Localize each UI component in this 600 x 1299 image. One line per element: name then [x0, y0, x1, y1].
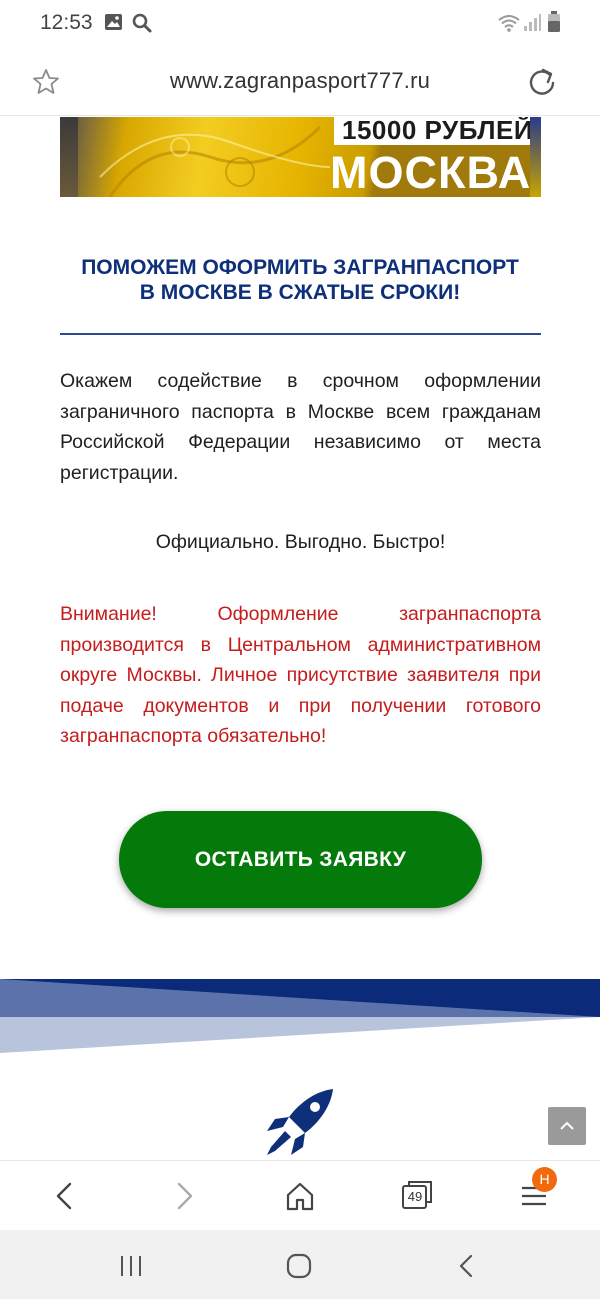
banner-city: МОСКВА — [330, 147, 532, 197]
banner-price: 15000 РУБЛЕЙ — [342, 117, 534, 145]
banner-side-strip — [530, 117, 541, 197]
decorative-wave — [0, 979, 600, 1053]
browser-toolbar: 49 — [0, 1160, 600, 1230]
scroll-to-top-button[interactable] — [548, 1107, 586, 1145]
image-icon — [105, 14, 122, 30]
chevron-up-icon — [560, 1121, 574, 1130]
page-headline: ПОМОЖЕМ ОФОРМИТЬ ЗАГРАНПАСПОРТ В МОСКВЕ … — [40, 255, 560, 305]
banner-gold-pattern — [99, 125, 330, 197]
status-bar: 12:53 — [0, 0, 600, 48]
back-icon[interactable] — [48, 1178, 84, 1214]
system-navigation-bar — [0, 1230, 600, 1299]
battery-icon — [548, 11, 560, 32]
promo-banner[interactable]: 15000 РУБЛЕЙ МОСКВА — [60, 117, 541, 197]
forward-icon[interactable] — [165, 1178, 201, 1214]
banner-photo-edge — [60, 117, 78, 197]
wifi-icon — [498, 15, 520, 32]
tabs-button[interactable]: 49 — [400, 1178, 436, 1214]
home-icon[interactable] — [282, 1178, 318, 1214]
slogan: Официально. Выгодно. Быстро! — [155, 531, 446, 553]
warning-paragraph: Внимание! Оформление загранпаспорта прои… — [60, 603, 541, 747]
intro-paragraph: Окажем содействие в срочном оформлении з… — [60, 370, 541, 484]
reload-icon[interactable] — [526, 66, 558, 98]
menu-notification-badge: H — [532, 1167, 557, 1192]
rocket-icon — [267, 1089, 333, 1155]
status-time: 12:53 — [40, 11, 93, 34]
system-back-icon[interactable] — [452, 1252, 482, 1280]
submit-request-button[interactable]: ОСТАВИТЬ ЗАЯВКУ — [119, 811, 482, 908]
recent-apps-icon[interactable] — [116, 1252, 146, 1280]
page-content: 15000 РУБЛЕЙ МОСКВА ПОМОЖЕМ ОФОРМИТЬ ЗАГ… — [0, 117, 600, 1160]
signal-icon — [524, 14, 541, 31]
url-field[interactable]: www.zagranpasport777.ru — [0, 68, 600, 94]
search-icon — [132, 13, 152, 33]
address-bar: www.zagranpasport777.ru — [0, 48, 600, 116]
headline-line-1: ПОМОЖЕМ ОФОРМИТЬ ЗАГРАНПАСПОРТ — [81, 256, 519, 279]
headline-line-2: В МОСКВЕ В СЖАТЫЕ СРОКИ! — [139, 281, 461, 304]
headline-divider — [60, 333, 541, 335]
home-circle-icon[interactable] — [284, 1252, 314, 1280]
tab-count: 49 — [407, 1189, 423, 1204]
